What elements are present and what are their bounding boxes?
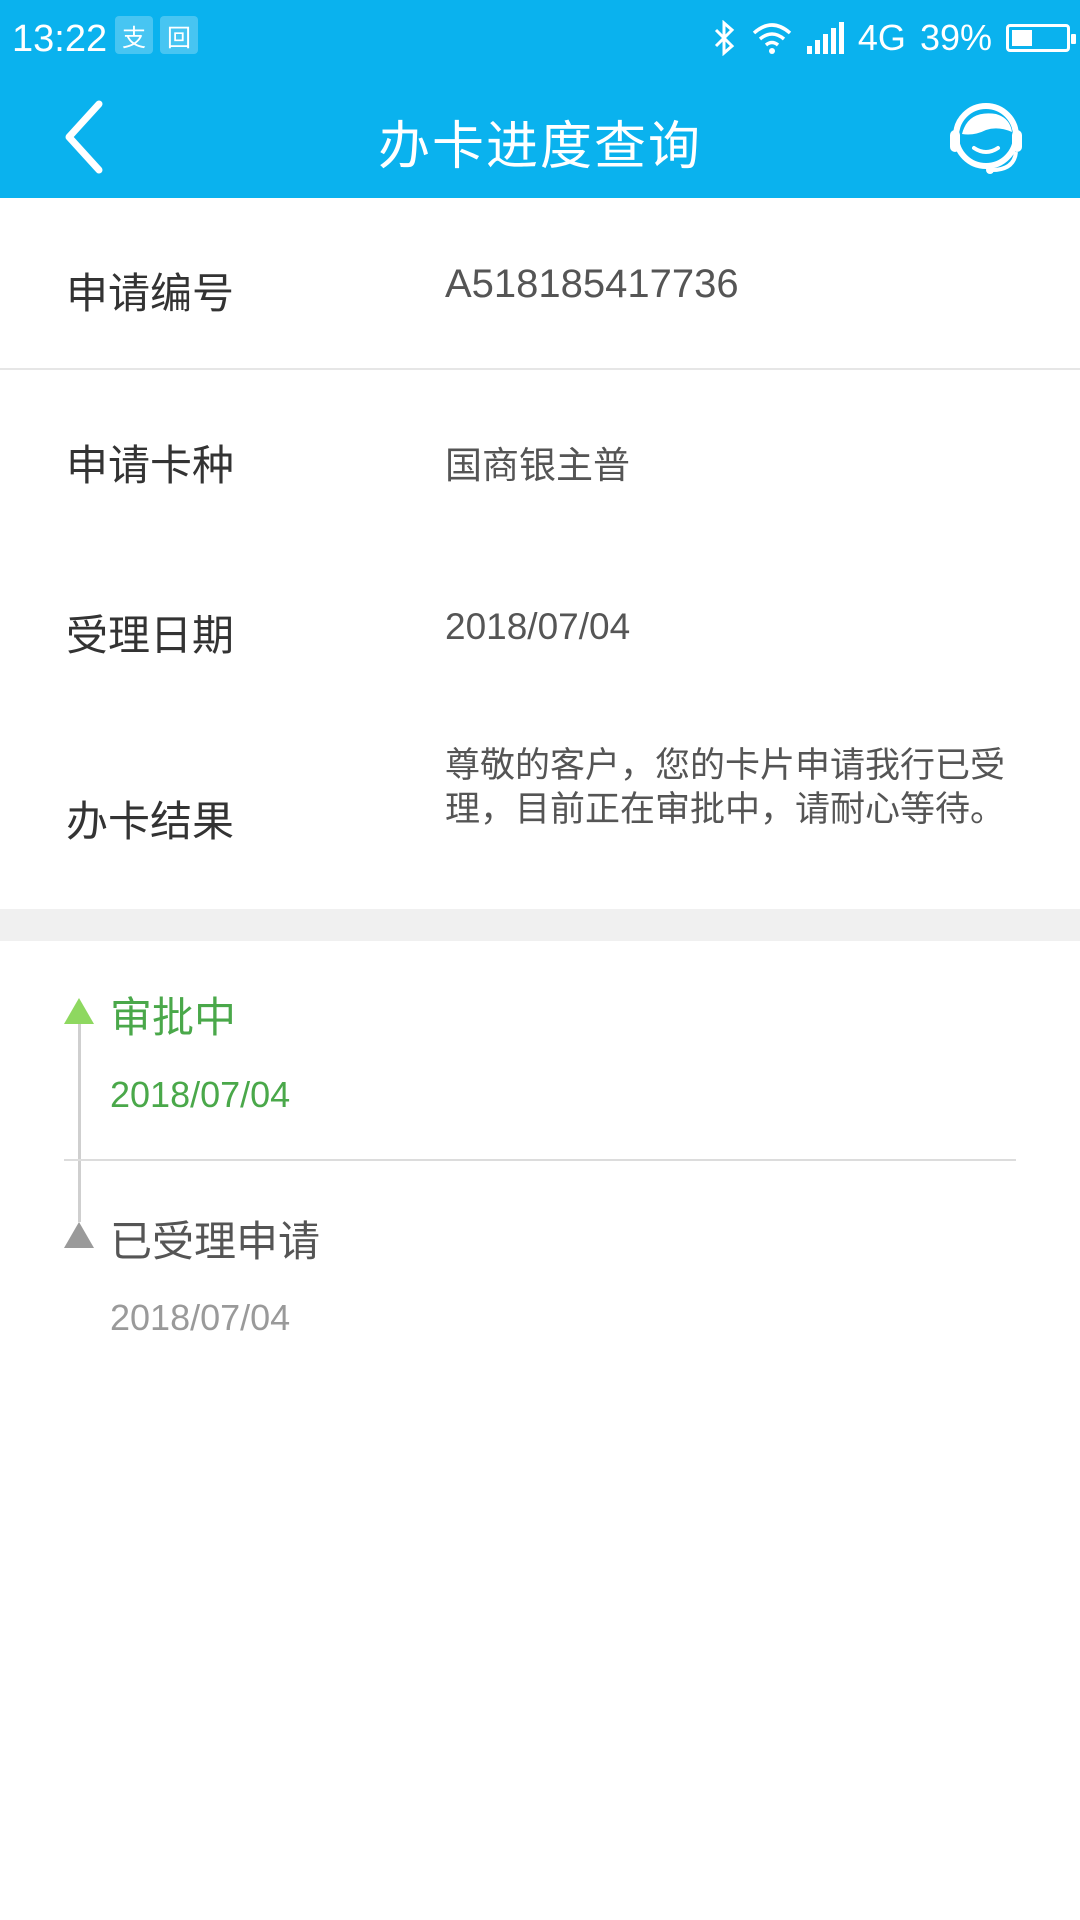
card-type-value: 国商银主普 (445, 444, 630, 487)
row-accept-date: 受理日期 2018/07/04 (0, 540, 1080, 710)
row-card-type: 申请卡种 国商银主普 (0, 370, 1080, 540)
battery-icon (1006, 24, 1076, 52)
nav-bar: 办卡进度查询 (0, 76, 1080, 198)
status-time: 13:22 (12, 18, 108, 60)
application-no-value: A518185417736 (445, 262, 739, 306)
signal-icon (806, 22, 844, 54)
card-type-label: 申请卡种 (66, 441, 235, 490)
timeline-divider (64, 1159, 1016, 1161)
timeline-inactive-marker (64, 1222, 94, 1248)
timeline-step-date: 2018/07/04 (110, 1297, 291, 1338)
timeline-line (78, 1022, 81, 1222)
accept-date-value: 2018/07/04 (445, 606, 631, 647)
result-value: 尊敬的客户，您的卡片申请我行已受理，目前正在审批中，请耐心等待。 (445, 746, 1006, 830)
status-right: 4G 39% (712, 16, 1076, 60)
network-type: 4G (857, 17, 906, 58)
customer-service-button[interactable] (944, 96, 1028, 180)
header-bar: 13:22 支 回 4G 39% 办卡进度查询 (0, 0, 1080, 198)
scan-icon: 回 (160, 16, 198, 54)
timeline-step-date: 2018/07/04 (110, 1074, 291, 1115)
timeline-step-title: 已受理申请 (110, 1217, 321, 1266)
accept-date-label: 受理日期 (66, 611, 235, 660)
application-no-label: 申请编号 (66, 269, 235, 318)
bluetooth-icon (714, 20, 735, 56)
status-bar: 13:22 支 回 4G 39% (0, 0, 1080, 76)
row-application-no: 申请编号 A518185417736 (0, 198, 1080, 368)
section-gap (0, 909, 1080, 941)
alipay-icon: 支 (115, 16, 153, 54)
battery-fill (1012, 30, 1032, 46)
battery-percent: 39% (919, 17, 992, 58)
timeline-active-marker (64, 998, 94, 1024)
customer-service-icon (950, 103, 1022, 174)
result-label: 办卡结果 (66, 797, 235, 846)
wifi-icon (752, 23, 792, 54)
row-result: 办卡结果 尊敬的客户，您的卡片申请我行已受理，目前正在审批中，请耐心等待。 (0, 710, 1080, 909)
page-title: 办卡进度查询 (377, 117, 702, 177)
timeline-step-title: 审批中 (110, 993, 237, 1042)
